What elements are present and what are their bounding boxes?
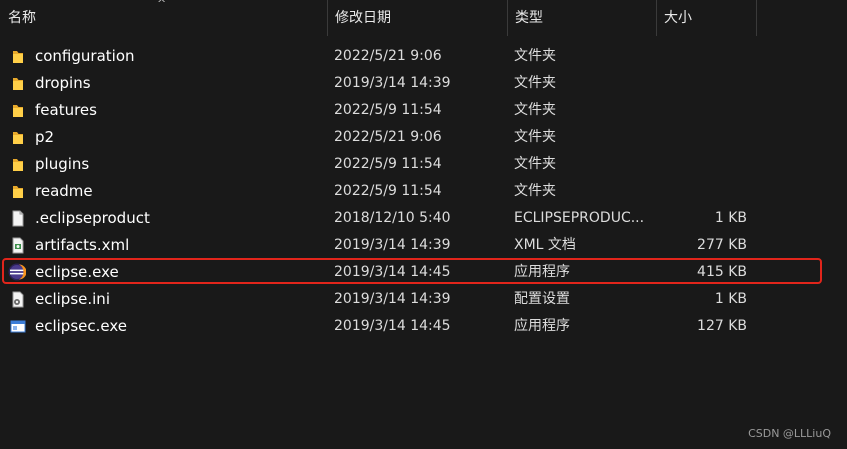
file-name: features [35,101,97,119]
file-modified-date: 2022/5/21 9:06 [334,129,442,145]
file-modified-date: 2019/3/14 14:45 [334,318,451,334]
file-type: ECLIPSEPRODUC... [514,210,645,226]
file-modified-date: 2022/5/9 11:54 [334,156,442,172]
file-modified-date: 2022/5/9 11:54 [334,183,442,199]
xml-file-icon [10,237,26,254]
column-header-date[interactable]: 修改日期 [327,0,507,36]
file-row[interactable]: p2 2022/5/21 9:06 文件夹 [0,124,847,151]
file-name: p2 [35,128,55,146]
file-modified-date: 2018/12/10 5:40 [334,210,451,226]
file-row[interactable]: dropins 2019/3/14 14:39 文件夹 [0,70,847,97]
column-header-size[interactable]: 大小 [656,0,756,36]
file-type: 配置设置 [514,291,570,307]
app-window-icon [10,318,26,335]
annotation-highlight-box [2,258,822,284]
file-row[interactable]: .eclipseproduct 2018/12/10 5:40 ECLIPSEPRO… [0,205,847,232]
file-size: 1 KB [714,210,747,226]
sort-ascending-icon: ^ [157,0,167,10]
file-type: 文件夹 [514,156,556,172]
file-row[interactable]: plugins 2022/5/9 11:54 文件夹 [0,151,847,178]
file-size: 127 KB [697,318,747,334]
folder-icon [10,75,26,92]
watermark: CSDN @LLLiuQ [748,427,831,440]
folder-icon [10,183,26,200]
file-name: readme [35,182,93,200]
folder-icon [10,48,26,65]
file-name: eclipsec.exe [35,317,127,335]
file-name: artifacts.xml [35,236,130,254]
file-type: 文件夹 [514,102,556,118]
folder-icon [10,156,26,173]
file-name: plugins [35,155,90,173]
file-type: XML 文档 [514,237,576,253]
file-name: configuration [35,47,135,65]
file-name: .eclipseproduct [35,209,150,227]
file-modified-date: 2019/3/14 14:39 [334,291,451,307]
file-size: 277 KB [697,237,747,253]
file-row[interactable]: readme 2022/5/9 11:54 文件夹 [0,178,847,205]
folder-icon [10,129,26,146]
file-type: 文件夹 [514,48,556,64]
folder-icon [10,102,26,119]
file-type: 文件夹 [514,183,556,199]
file-modified-date: 2019/3/14 14:39 [334,237,451,253]
file-row[interactable]: features 2022/5/9 11:54 文件夹 [0,97,847,124]
file-size: 1 KB [714,291,747,307]
file-name: eclipse.ini [35,290,110,308]
column-header-type[interactable]: 类型 [507,0,656,36]
file-type: 应用程序 [514,318,570,334]
file-row[interactable]: artifacts.xml 2019/3/14 14:39 XML 文档 277 KB [0,232,847,259]
file-modified-date: 2019/3/14 14:39 [334,75,451,91]
file-row[interactable]: eclipse.ini 2019/3/14 14:39 配置设置 1 KB [0,286,847,313]
file-row[interactable]: eclipsec.exe 2019/3/14 14:45 应用程序 127 KB [0,313,847,340]
file-name: dropins [35,74,91,92]
file-type: 文件夹 [514,129,556,145]
settings-file-icon [10,291,26,308]
column-divider[interactable] [756,0,757,36]
blank-file-icon [10,210,26,227]
file-modified-date: 2022/5/21 9:06 [334,48,442,64]
column-header: 名称 ^ 修改日期 类型 大小 [0,0,847,36]
file-type: 文件夹 [514,75,556,91]
file-modified-date: 2022/5/9 11:54 [334,102,442,118]
file-row[interactable]: configuration 2022/5/21 9:06 文件夹 [0,43,847,70]
